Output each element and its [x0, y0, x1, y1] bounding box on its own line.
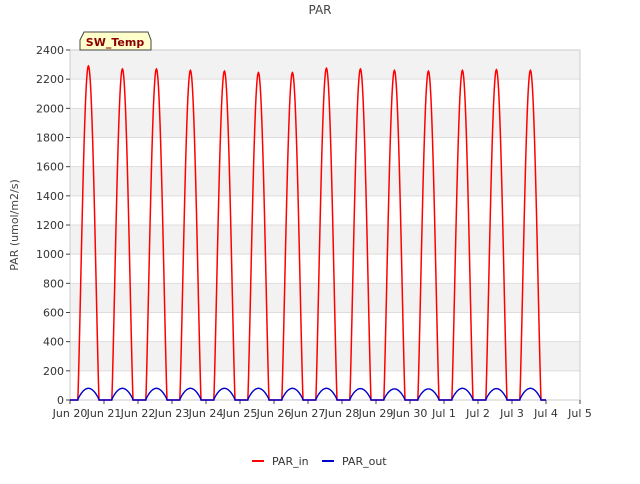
y-tick-label: 2000: [36, 102, 64, 115]
background-band: [70, 108, 580, 138]
x-tick-label: Jun 21: [86, 407, 122, 420]
background-band: [70, 195, 580, 225]
y-axis-label: PAR (umol/m2/s): [8, 179, 21, 271]
y-axis: 0 200 400 600 800 1000 1200 1400 1600 1800 2000 220…: [36, 44, 70, 407]
annotation-box: SW_Temp: [79, 31, 152, 51]
y-tick-label: 600: [43, 307, 64, 320]
y-tick-label: 1000: [36, 248, 64, 261]
x-tick-label: Jun 30: [392, 407, 428, 420]
par-chart: PAR 0 200 400 600 800 1000 1200 1400 1600 1800 200…: [8, 3, 592, 468]
legend: PAR_in PAR_out: [252, 455, 387, 468]
x-tick-label: Jun 29: [358, 407, 394, 420]
x-tick-label: Jun 22: [120, 407, 156, 420]
x-tick-label: Jul 2: [465, 407, 490, 420]
x-tick-label: Jun 25: [222, 407, 258, 420]
x-tick-label: Jul 1: [431, 407, 456, 420]
y-tick-label: 2400: [36, 44, 64, 57]
x-tick-label: Jul 4: [533, 407, 558, 420]
y-tick-label: 2200: [36, 73, 64, 86]
annotation-label: SW_Temp: [86, 36, 145, 49]
y-tick-label: 400: [43, 336, 64, 349]
y-tick-label: 200: [43, 365, 64, 378]
x-tick-label: Jun 28: [324, 407, 360, 420]
background-band: [70, 312, 580, 342]
y-tick-label: 1800: [36, 132, 64, 145]
background-band: [70, 137, 580, 167]
y-tick-label: 0: [57, 394, 64, 407]
legend-label: PAR_out: [342, 455, 387, 468]
x-tick-label: Jun 20: [52, 407, 88, 420]
background-band: [70, 166, 580, 196]
y-tick-label: 1200: [36, 219, 64, 232]
chart-root: PAR 0 200 400 600 800 1000 1200 1400 1600 1800 200…: [0, 0, 640, 480]
x-tick-label: Jun 23: [154, 407, 190, 420]
x-tick-label: Jun 26: [256, 407, 292, 420]
x-tick-label: Jun 27: [290, 407, 326, 420]
x-tick-label: Jul 5: [567, 407, 592, 420]
legend-label: PAR_in: [272, 455, 309, 468]
y-tick-label: 1400: [36, 190, 64, 203]
y-tick-label: 1600: [36, 161, 64, 174]
y-tick-label: 800: [43, 277, 64, 290]
chart-title: PAR: [308, 3, 331, 17]
x-axis: Jun 20 Jun 21 Jun 22 Jun 23 Jun 24 Jun 25 Jun …: [52, 400, 592, 420]
x-tick-label: Jun 24: [188, 407, 224, 420]
x-tick-label: Jul 3: [499, 407, 524, 420]
